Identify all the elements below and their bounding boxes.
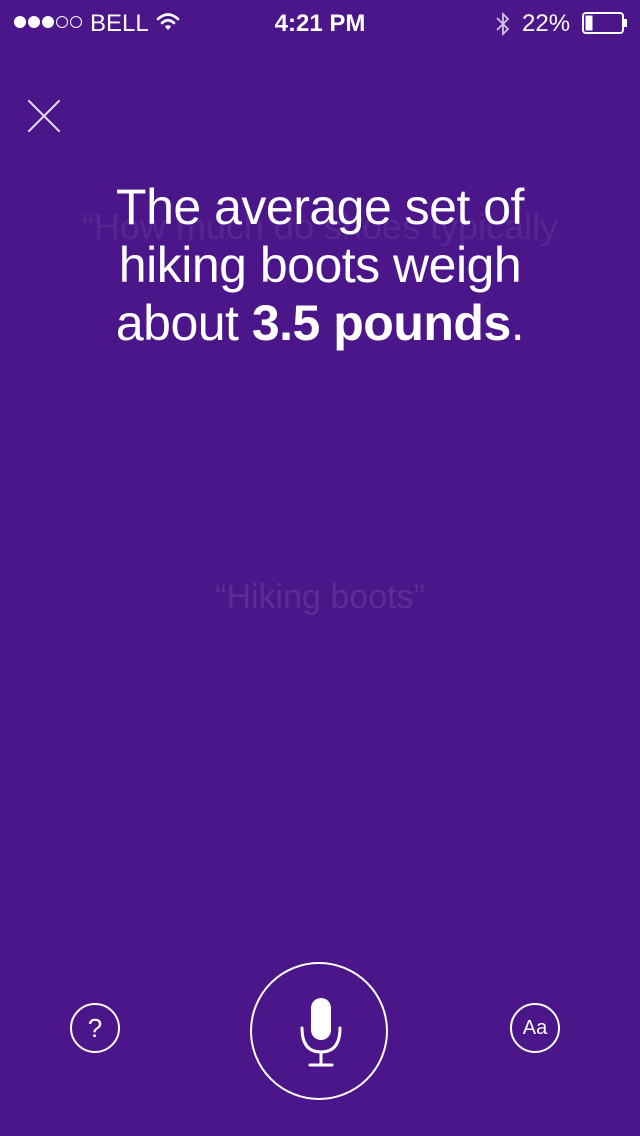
- bluetooth-icon: [496, 11, 510, 37]
- status-bar: BELL 4:21 PM 22%: [0, 0, 640, 46]
- microphone-button[interactable]: [250, 962, 388, 1100]
- help-button[interactable]: ?: [70, 1003, 120, 1053]
- answer-highlight: 3.5 pounds: [251, 295, 511, 351]
- siri-screen: BELL 4:21 PM 22% “How much do shoes typi…: [0, 0, 640, 1136]
- close-icon[interactable]: [26, 98, 62, 134]
- text-size-button[interactable]: Aa: [510, 1003, 560, 1053]
- text-size-button-label: Aa: [522, 1016, 548, 1039]
- help-button-label: ?: [87, 1012, 103, 1043]
- answer-suffix: .: [510, 295, 525, 351]
- battery-icon: [582, 12, 627, 34]
- spoken-query-text: “Hiking boots”: [215, 578, 425, 616]
- answer-text: The average set of hiking boots weigh ab…: [60, 178, 580, 352]
- battery-percent: 22%: [522, 10, 571, 37]
- microphone-icon: [300, 998, 342, 1067]
